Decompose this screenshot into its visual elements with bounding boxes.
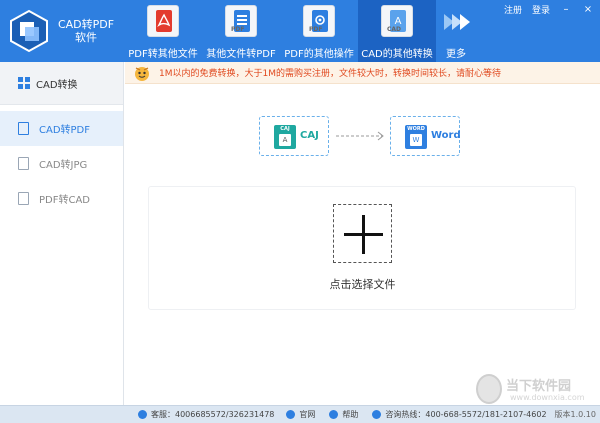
source-format-box: CAJ A CAJ bbox=[259, 116, 329, 156]
word-badge: WORD bbox=[407, 126, 425, 132]
sidebar-item-pdf-to-cad[interactable]: PDF转CAD bbox=[0, 181, 123, 216]
status-bar: 客服：4006685572/326231478 官网 帮助 咨询热线：400-6… bbox=[0, 405, 600, 423]
minimize-icon[interactable]: – bbox=[560, 4, 572, 15]
pdf-doc-icon bbox=[147, 5, 179, 37]
sidebar-header-label: CAD转换 bbox=[36, 79, 78, 91]
footer-website-text: 官网 bbox=[299, 410, 316, 419]
nav-item-other-to-pdf[interactable]: PDF 其他文件转PDF bbox=[202, 0, 280, 62]
register-link[interactable]: 注册 bbox=[504, 3, 522, 16]
nav-label: PDF转其他文件 bbox=[128, 49, 198, 60]
target-format-label: Word bbox=[431, 130, 461, 141]
watermark-logo-icon bbox=[476, 374, 502, 404]
doc-to-pdf-icon: PDF bbox=[225, 5, 257, 37]
user-icon bbox=[138, 410, 147, 419]
footer-hotline-text: 咨询热线：400-668-5572/181-2107-4602 bbox=[385, 410, 547, 419]
caj-file-icon: CAJ A bbox=[274, 125, 296, 149]
top-nav: PDF转其他文件 PDF 其他文件转PDF PDF PDF的其他操作 A CAD… bbox=[124, 0, 476, 62]
app-title-line1: CAD转PDF bbox=[57, 18, 115, 31]
cad-file-icon bbox=[18, 122, 29, 135]
notice-bar: 1M以内的免费转换，大于1M的需购买注册，文件较大时，转换时间较长，请耐心等待 bbox=[125, 62, 600, 84]
close-icon[interactable]: × bbox=[582, 4, 594, 15]
add-file-button[interactable] bbox=[333, 204, 392, 263]
upload-label[interactable]: 点击选择文件 bbox=[300, 276, 425, 292]
login-link[interactable]: 登录 bbox=[532, 3, 550, 16]
top-links: 注册 登录 – × bbox=[504, 3, 594, 16]
footer-hotline: 咨询热线：400-668-5572/181-2107-4602 bbox=[372, 409, 547, 420]
nav-item-pdf-to-other[interactable]: PDF转其他文件 bbox=[124, 0, 202, 62]
help-icon bbox=[329, 410, 339, 419]
nav-label: 其他文件转PDF bbox=[206, 49, 276, 60]
app-header: CAD转PDF 软件 PDF转其他文件 PDF 其他文件转PDF PDF PDF… bbox=[0, 0, 600, 62]
nav-more-label: 更多 bbox=[446, 49, 466, 60]
nav-item-pdf-other-ops[interactable]: PDF PDF的其他操作 bbox=[280, 0, 358, 62]
word-file-icon: WORD W bbox=[405, 125, 427, 149]
source-format-label: CAJ bbox=[300, 130, 319, 141]
nav-label: PDF的其他操作 bbox=[284, 49, 354, 60]
nav-item-cad-other[interactable]: A CAD CAD的其他转换 bbox=[358, 0, 436, 62]
pdf-gear-icon: PDF bbox=[303, 5, 335, 37]
jpg-file-icon bbox=[18, 157, 29, 170]
phone-icon bbox=[372, 410, 382, 419]
grid-icon bbox=[18, 77, 30, 89]
pdf-file-icon bbox=[18, 192, 29, 205]
notice-text: 1M以内的免费转换，大于1M的需购买注册，文件较大时，转换时间较长，请耐心等待 bbox=[159, 69, 501, 79]
convert-arrow-icon bbox=[336, 131, 384, 141]
app-title: CAD转PDF 软件 bbox=[56, 18, 116, 44]
home-icon bbox=[286, 410, 296, 419]
footer-help-text: 帮助 bbox=[342, 410, 359, 419]
target-format-box: WORD W Word bbox=[390, 116, 461, 156]
watermark-text: 当下软件园 bbox=[506, 379, 572, 394]
footer-service-text: 客服：4006685572/326231478 bbox=[151, 410, 275, 419]
sidebar-item-cad-to-pdf[interactable]: CAD转PDF bbox=[0, 111, 123, 146]
mascot-icon bbox=[135, 66, 149, 81]
sidebar: CAD转换 CAD转PDF CAD转JPG PDF转CAD bbox=[0, 62, 124, 405]
sidebar-header: CAD转换 bbox=[0, 62, 123, 105]
sidebar-item-label: PDF转CAD bbox=[39, 195, 91, 206]
watermark-url: www.downxia.com bbox=[510, 393, 585, 402]
footer-help-link[interactable]: 帮助 bbox=[329, 409, 358, 420]
nav-label: CAD的其他转换 bbox=[361, 49, 433, 60]
cad-doc-icon: A CAD bbox=[381, 5, 413, 37]
version-label: 版本1.0.10 bbox=[554, 410, 596, 419]
sidebar-item-label: CAD转JPG bbox=[39, 160, 88, 171]
sidebar-item-cad-to-jpg[interactable]: CAD转JPG bbox=[0, 146, 123, 181]
sidebar-item-label: CAD转PDF bbox=[39, 125, 91, 136]
nav-more-button[interactable]: 更多 bbox=[436, 0, 476, 62]
footer-service: 客服：4006685572/326231478 bbox=[138, 409, 274, 420]
app-logo-icon bbox=[10, 9, 48, 53]
caj-badge: CAJ bbox=[280, 126, 290, 132]
double-arrow-right-icon bbox=[444, 14, 470, 30]
footer-website-link[interactable]: 官网 bbox=[286, 409, 315, 420]
watermark: 当下软件园 www.downxia.com bbox=[476, 374, 600, 406]
app-title-line2: 软件 bbox=[75, 31, 97, 44]
